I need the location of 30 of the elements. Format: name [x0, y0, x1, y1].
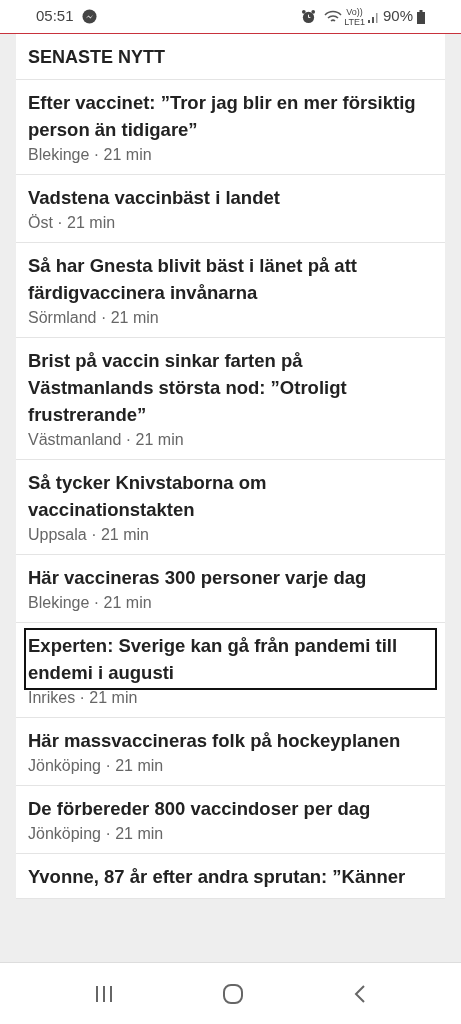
alarm-icon — [301, 9, 317, 24]
back-icon[interactable] — [352, 983, 367, 1004]
section-title: SENASTE NYTT — [16, 34, 445, 80]
article-headline[interactable]: De förbereder 800 vaccindoser per dag — [28, 795, 433, 822]
article-meta: Öst · 21 min — [28, 213, 117, 233]
article-headline[interactable]: Vadstena vaccinbäst i landet — [28, 184, 433, 211]
article-meta: Sörmland · 21 min — [28, 308, 160, 328]
article-meta: Inrikes · 21 min — [28, 688, 139, 708]
article-meta: Jönköping · 21 min — [28, 824, 165, 844]
article-meta: Jönköping · 21 min — [28, 756, 165, 776]
battery-icon — [417, 9, 425, 24]
recent-apps-icon[interactable] — [94, 983, 115, 1004]
article-meta: Blekinge · 21 min — [28, 593, 153, 613]
article-headline[interactable]: Yvonne, 87 år efter andra sprutan: ”Känner — [28, 863, 433, 890]
network-type: Vo)) LTE1 — [344, 6, 365, 27]
article-meta: Blekinge · 21 min — [28, 145, 153, 165]
messenger-icon — [81, 9, 97, 24]
home-icon[interactable] — [222, 982, 245, 1005]
article-headline[interactable]: Så tycker Knivstaborna om vaccinationstakten — [28, 469, 433, 523]
article-meta: Uppsala · 21 min — [28, 525, 150, 545]
signal-icon — [366, 10, 379, 23]
battery-level: 90% — [382, 6, 413, 27]
article-headline[interactable]: Så har Gnesta blivit bäst i länet på att färdigvaccinera invånarna — [28, 252, 433, 306]
article-headline[interactable]: Efter vaccinet: ”Tror jag blir en mer försiktig person än tidigare” — [28, 89, 433, 143]
article-meta: Västmanland · 21 min — [28, 430, 185, 450]
article-headline[interactable]: Här vaccineras 300 personer varje dag — [28, 564, 433, 591]
wifi-icon — [324, 9, 343, 24]
article-headline[interactable]: Brist på vaccin sinkar farten på Västmanlands största nod: ”Otroligt frustrerande” — [28, 347, 433, 428]
clock-time: 05:51 — [36, 6, 74, 27]
article-headline[interactable]: Här massvaccineras folk på hockeyplanen — [28, 727, 433, 754]
